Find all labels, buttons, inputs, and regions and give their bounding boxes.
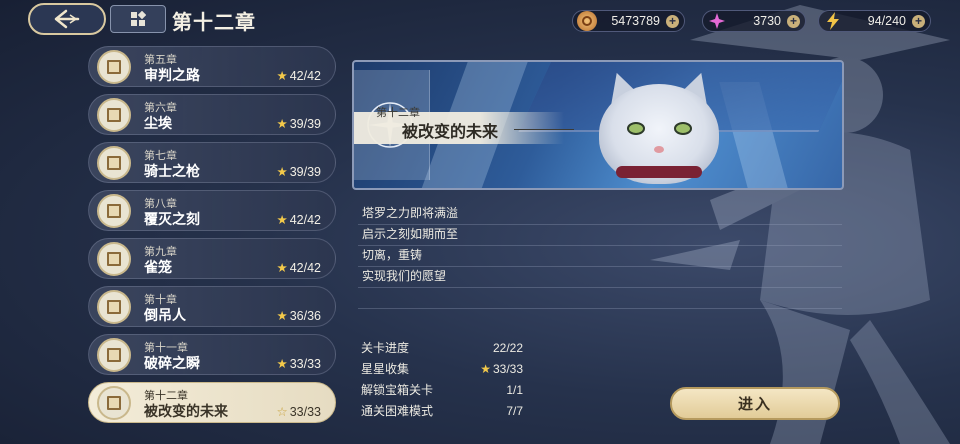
chapter-name: 倒吊人 [144, 308, 186, 324]
chapter-banner: 第十二章 被改变的未来 [352, 60, 844, 190]
star-icon: ★ [276, 309, 288, 323]
star-icon: ★ [276, 357, 288, 371]
chapter-item-7[interactable]: 第七章 骑士之枪 ★ 39/39 [88, 142, 336, 183]
stat-value: 7/7 [506, 404, 523, 418]
back-arrow-icon [54, 9, 80, 29]
stat-row: 解锁宝箱关卡 1/1 [358, 380, 523, 401]
book-icon [97, 194, 131, 228]
stat-label: 关卡进度 [361, 341, 410, 355]
chapter-stars: ★ 39/39 [276, 165, 322, 179]
stat-label: 解锁宝箱关卡 [361, 383, 434, 397]
stat-label: 星星收集 [361, 362, 410, 376]
book-icon [97, 50, 131, 84]
resource-coins[interactable]: 5473789 + [572, 10, 685, 32]
add-gems-button[interactable]: + [787, 14, 800, 28]
star-icon: ★ [480, 362, 491, 376]
cat-eye-right [674, 122, 692, 135]
book-icon [97, 386, 131, 420]
lightning-icon [823, 11, 843, 31]
chapter-stars: ★ 36/36 [276, 309, 322, 323]
chapter-item-11[interactable]: 第十一章 破碎之瞬 ★ 33/33 [88, 334, 336, 375]
add-coins-button[interactable]: + [666, 14, 679, 28]
stamina-value: 94/240 [867, 14, 906, 28]
chapter-name: 覆灭之刻 [144, 212, 200, 228]
stat-row: 星星收集 ★ 33/33 [358, 359, 523, 380]
gem-value: 3730 [753, 14, 781, 28]
resource-gems[interactable]: 3730 + [702, 10, 806, 32]
description-line [358, 288, 842, 309]
chapter-stars: ★ 42/42 [276, 213, 322, 227]
chapter-item-9[interactable]: 第九章 雀笼 ★ 42/42 [88, 238, 336, 279]
page-title: 第十二章 [172, 10, 256, 34]
banner-decor-line [514, 129, 574, 130]
chapter-stars: ★ 33/33 [276, 357, 322, 371]
chapter-stars: ★ 39/39 [276, 117, 322, 131]
stat-row: 通关困难模式 7/7 [358, 401, 523, 422]
book-icon [97, 146, 131, 180]
chapter-name: 被改变的未来 [144, 404, 228, 420]
cat-eye-left [627, 122, 645, 135]
enter-button[interactable]: 进入 [670, 387, 840, 420]
chapter-list: 第五章 审判之路 ★ 42/42 第六章 尘埃 ★ 39/39 第七章 骑士之枪 ★… [88, 46, 336, 430]
stat-value: 1/1 [506, 383, 523, 397]
chapter-item-6[interactable]: 第六章 尘埃 ★ 39/39 [88, 94, 336, 135]
chapter-stars: ★ 42/42 [276, 69, 322, 83]
chapter-name: 骑士之枪 [144, 164, 200, 180]
chapter-description: 塔罗之力即将满溢 启示之刻如期而至 切离，重铸 实现我们的愿望 [358, 204, 842, 309]
gem-icon [707, 11, 727, 31]
chapter-name: 尘埃 [144, 116, 172, 132]
coin-value: 5473789 [611, 14, 660, 28]
chapter-item-8[interactable]: 第八章 覆灭之刻 ★ 42/42 [88, 190, 336, 231]
cat-collar [616, 166, 702, 178]
chapter-stats: 关卡进度 22/22 星星收集 ★ 33/33 解锁宝箱关卡 1/1 通关困难模式… [358, 338, 523, 422]
description-line: 实现我们的愿望 [358, 267, 842, 288]
description-line: 启示之刻如期而至 [358, 225, 842, 246]
chapter-name: 审判之路 [144, 68, 200, 84]
star-icon: ★ [276, 213, 288, 227]
stat-row: 关卡进度 22/22 [358, 338, 523, 359]
star-icon: ★ [276, 261, 288, 275]
star-icon: ★ [276, 69, 288, 83]
star-outline-icon: ☆ [276, 405, 288, 419]
book-icon [97, 290, 131, 324]
cat-nose [654, 146, 664, 153]
back-button[interactable] [28, 3, 106, 35]
book-icon [97, 98, 131, 132]
stat-label: 通关困难模式 [361, 404, 434, 418]
chapter-item-12-selected[interactable]: 第十二章 被改变的未来 ☆ 33/33 [88, 382, 336, 423]
chapter-item-10[interactable]: 第十章 倒吊人 ★ 36/36 [88, 286, 336, 327]
description-line: 切离，重铸 [358, 246, 842, 267]
resource-stamina[interactable]: 94/240 + [818, 10, 931, 32]
chapter-name: 破碎之瞬 [144, 356, 200, 372]
book-icon [97, 338, 131, 372]
book-icon [97, 242, 131, 276]
chapter-name: 雀笼 [144, 260, 172, 276]
stat-value: ★ 33/33 [480, 362, 523, 376]
star-icon: ★ [276, 165, 288, 179]
stat-value: 22/22 [492, 341, 523, 355]
description-line: 塔罗之力即将满溢 [358, 204, 842, 225]
chapter-stars: ☆ 33/33 [276, 405, 322, 419]
add-stamina-button[interactable]: + [912, 14, 925, 28]
home-button[interactable] [110, 5, 166, 33]
grid-home-icon [131, 11, 146, 26]
chapter-stars: ★ 42/42 [276, 261, 322, 275]
banner-chapter-title: 被改变的未来 [402, 122, 499, 141]
coin-icon [577, 11, 597, 31]
chapter-item-5[interactable]: 第五章 审判之路 ★ 42/42 [88, 46, 336, 87]
star-icon: ★ [276, 117, 288, 131]
